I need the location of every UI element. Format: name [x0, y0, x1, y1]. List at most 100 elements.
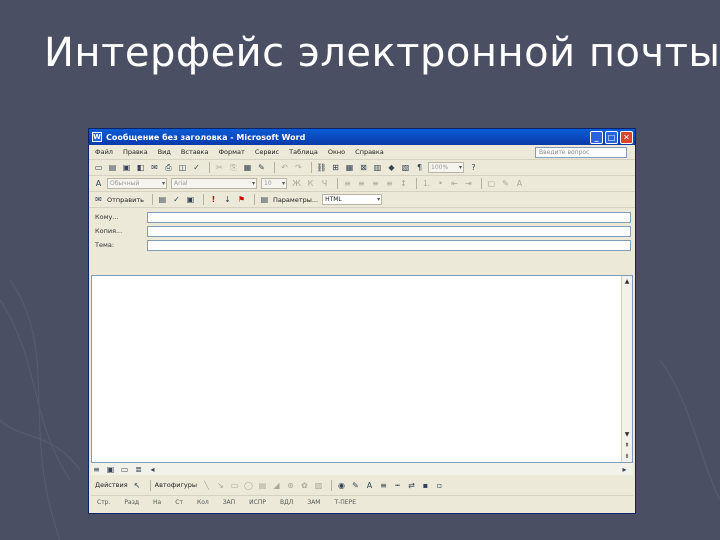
address-book-icon[interactable]: ▣ — [185, 194, 196, 205]
next-page-icon[interactable]: ⇟ — [622, 451, 632, 462]
textbox-icon[interactable]: ▤ — [257, 480, 268, 491]
save-icon[interactable]: ▣ — [121, 162, 132, 173]
underline-icon[interactable]: Ч — [319, 178, 330, 189]
bullets-icon[interactable]: • — [435, 178, 446, 189]
justify-icon[interactable]: ≡ — [384, 178, 395, 189]
zoom-select[interactable]: 100% — [428, 162, 464, 173]
scroll-up-icon[interactable]: ▲ — [622, 276, 632, 287]
line-icon[interactable]: ╲ — [201, 480, 212, 491]
message-format-select[interactable]: HTML — [322, 194, 383, 205]
print-view-icon[interactable]: ▭ — [119, 464, 130, 475]
hyperlink-icon[interactable]: ⛓ — [316, 162, 327, 173]
maximize-button[interactable]: □ — [605, 130, 618, 144]
help-search-input[interactable]: Введите вопрос — [535, 146, 627, 158]
low-importance-icon[interactable]: ↓ — [222, 194, 233, 205]
send-button[interactable]: Отправить — [107, 196, 144, 204]
increase-indent-icon[interactable]: ⇥ — [463, 178, 474, 189]
outline-view-icon[interactable]: ≣ — [133, 464, 144, 475]
picture-icon[interactable]: ▨ — [313, 480, 324, 491]
align-center-icon[interactable]: ≡ — [356, 178, 367, 189]
font-select[interactable]: Arial — [171, 178, 257, 189]
font-color-icon[interactable]: A — [514, 178, 525, 189]
fill-color-icon[interactable]: ◉ — [336, 480, 347, 491]
normal-view-icon[interactable]: ≡ — [91, 464, 102, 475]
3d-icon[interactable]: ▫ — [434, 480, 445, 491]
close-button[interactable]: ✕ — [620, 130, 633, 144]
rectangle-icon[interactable]: ▭ — [229, 480, 240, 491]
minimize-button[interactable]: _ — [590, 130, 603, 144]
line-spacing-icon[interactable]: ↕ — [398, 178, 409, 189]
cc-field[interactable] — [147, 225, 631, 237]
style-select[interactable]: Обычный — [107, 178, 167, 189]
horizontal-scrollbar[interactable]: ≡ ▣ ▭ ≣ ◂ ▸ — [91, 463, 633, 475]
drawing-icon[interactable]: ◆ — [386, 162, 397, 173]
message-body[interactable]: ▲ ▼ ⇞ ⇟ — [91, 275, 633, 463]
high-importance-icon[interactable]: ! — [208, 194, 219, 205]
select-objects-icon[interactable]: ↖ — [132, 480, 143, 491]
columns-icon[interactable]: ▥ — [372, 162, 383, 173]
draw-font-color-icon[interactable]: A — [364, 480, 375, 491]
highlight-icon[interactable]: ✎ — [500, 178, 511, 189]
shadow-icon[interactable]: ▪ — [420, 480, 431, 491]
scroll-right-icon[interactable]: ▸ — [619, 464, 630, 475]
italic-icon[interactable]: К — [305, 178, 316, 189]
web-view-icon[interactable]: ▣ — [105, 464, 116, 475]
scroll-down-icon[interactable]: ▼ — [622, 429, 632, 440]
menu-tools[interactable]: Сервис — [255, 148, 279, 156]
menu-window[interactable]: Окно — [328, 148, 345, 156]
font-size-select[interactable]: 10 — [261, 178, 287, 189]
insert-table-icon[interactable]: ▦ — [344, 162, 355, 173]
format-painter-icon[interactable]: ✎ — [256, 162, 267, 173]
spelling-icon[interactable]: ✓ — [191, 162, 202, 173]
arrow-style-icon[interactable]: ⇄ — [406, 480, 417, 491]
vertical-scrollbar[interactable]: ▲ ▼ ⇞ ⇟ — [621, 276, 632, 462]
clipart-icon[interactable]: ✿ — [299, 480, 310, 491]
print-preview-icon[interactable]: ◫ — [177, 162, 188, 173]
check-names-icon[interactable]: ✓ — [171, 194, 182, 205]
previous-page-icon[interactable]: ⇞ — [622, 440, 632, 451]
arrow-icon[interactable]: ↘ — [215, 480, 226, 491]
to-button[interactable]: Кому... — [95, 213, 147, 221]
cc-button[interactable]: Копия... — [95, 227, 147, 235]
cut-icon[interactable]: ✂ — [214, 162, 225, 173]
menu-help[interactable]: Справка — [355, 148, 384, 156]
flag-icon[interactable]: ⚑ — [236, 194, 247, 205]
attach-file-icon[interactable]: ▤ — [157, 194, 168, 205]
line-color-icon[interactable]: ✎ — [350, 480, 361, 491]
permission-icon[interactable]: ◧ — [135, 162, 146, 173]
print-icon[interactable]: ⎙ — [163, 162, 174, 173]
menu-edit[interactable]: Правка — [123, 148, 148, 156]
menu-view[interactable]: Вид — [158, 148, 171, 156]
insert-excel-icon[interactable]: ⊠ — [358, 162, 369, 173]
styles-pane-icon[interactable]: A — [93, 178, 104, 189]
document-map-icon[interactable]: ▧ — [400, 162, 411, 173]
menu-format[interactable]: Формат — [218, 148, 244, 156]
show-hide-icon[interactable]: ¶ — [414, 162, 425, 173]
align-right-icon[interactable]: ≡ — [370, 178, 381, 189]
line-style-icon[interactable]: ≡ — [378, 480, 389, 491]
options-button[interactable]: Параметры... — [273, 196, 318, 204]
align-left-icon[interactable]: ≡ — [342, 178, 353, 189]
email-icon[interactable]: ✉ — [149, 162, 160, 173]
subject-field[interactable] — [147, 239, 631, 251]
paste-icon[interactable]: ▦ — [242, 162, 253, 173]
menu-table[interactable]: Таблица — [289, 148, 318, 156]
help-icon[interactable]: ? — [468, 162, 479, 173]
autoshapes-menu[interactable]: Автофигуры — [155, 481, 197, 489]
border-icon[interactable]: ▢ — [486, 178, 497, 189]
numbering-icon[interactable]: ⒈ — [421, 178, 432, 189]
menu-file[interactable]: Файл — [95, 148, 113, 156]
oval-icon[interactable]: ◯ — [243, 480, 254, 491]
wordart-icon[interactable]: ◢ — [271, 480, 282, 491]
open-folder-icon[interactable]: ▤ — [107, 162, 118, 173]
dash-style-icon[interactable]: ┅ — [392, 480, 403, 491]
menu-insert[interactable]: Вставка — [181, 148, 209, 156]
scroll-left-icon[interactable]: ◂ — [147, 464, 158, 475]
bold-icon[interactable]: Ж — [291, 178, 302, 189]
to-field[interactable] — [147, 211, 631, 223]
copy-icon[interactable]: ⎘ — [228, 162, 239, 173]
tables-icon[interactable]: ⊞ — [330, 162, 341, 173]
new-document-icon[interactable]: ▭ — [93, 162, 104, 173]
redo-icon[interactable]: ↷ — [293, 162, 304, 173]
title-bar[interactable]: W Сообщение без заголовка - Microsoft Wo… — [89, 129, 635, 145]
